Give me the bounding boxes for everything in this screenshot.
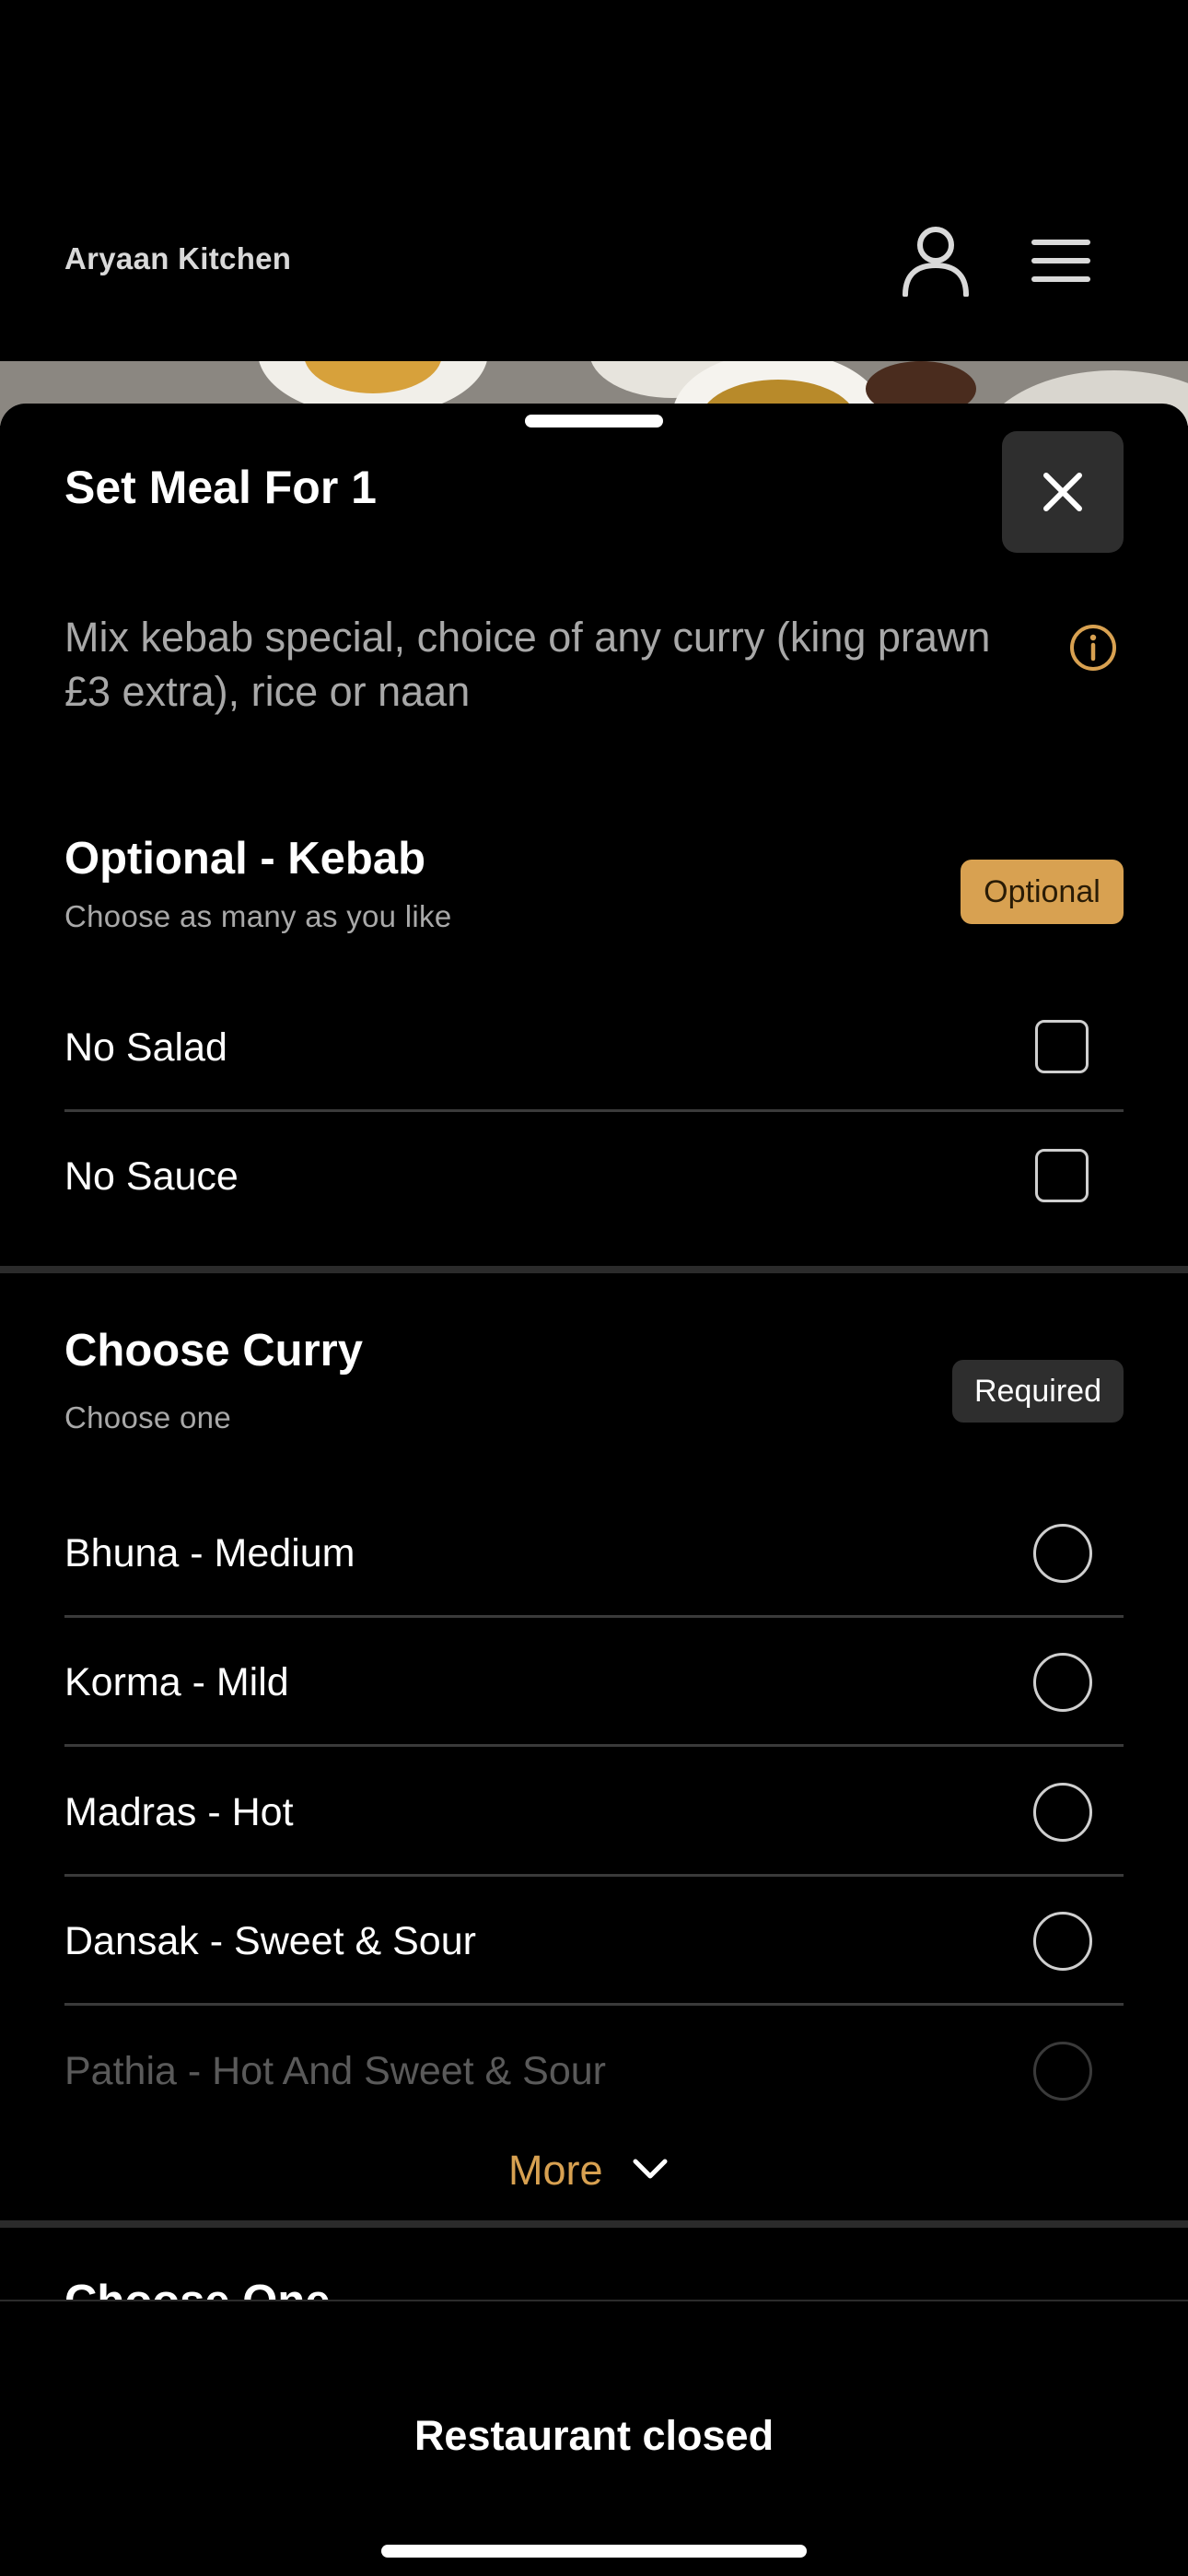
item-options-sheet: Set Meal For 1 Mix kebab special, choice… bbox=[0, 404, 1188, 2576]
divider bbox=[64, 2003, 1124, 2006]
item-description: Mix kebab special, choice of any curry (… bbox=[64, 614, 991, 715]
optional-badge: Optional bbox=[961, 860, 1124, 924]
option-label: Madras - Hot bbox=[64, 1790, 294, 1834]
option-label: No Salad bbox=[64, 1025, 227, 1070]
radio-button[interactable] bbox=[1033, 1783, 1092, 1842]
radio-button[interactable] bbox=[1033, 1653, 1092, 1712]
checkbox[interactable] bbox=[1035, 1149, 1089, 1202]
option-row-no-sauce[interactable]: No Sauce bbox=[64, 1112, 1124, 1241]
section-title-curry: Choose Curry bbox=[64, 1326, 364, 1376]
required-badge: Required bbox=[952, 1360, 1124, 1423]
option-row-bhuna[interactable]: Bhuna - Medium bbox=[64, 1489, 1124, 1618]
user-icon[interactable] bbox=[901, 225, 971, 297]
option-label: Bhuna - Medium bbox=[64, 1531, 355, 1575]
option-row-dansak[interactable]: Dansak - Sweet & Sour bbox=[64, 1877, 1124, 2006]
divider bbox=[64, 1744, 1124, 1747]
close-icon bbox=[1043, 473, 1082, 511]
home-indicator[interactable] bbox=[381, 2545, 807, 2558]
option-label: Pathia - Hot And Sweet & Sour bbox=[64, 2049, 606, 2093]
section-separator bbox=[0, 1266, 1188, 1273]
option-row-korma[interactable]: Korma - Mild bbox=[64, 1618, 1124, 1747]
option-label: Dansak - Sweet & Sour bbox=[64, 1919, 476, 1963]
hamburger-menu-icon[interactable] bbox=[1031, 238, 1090, 284]
section-subtitle-curry: Choose one bbox=[64, 1400, 231, 1434]
app-screen: Aryaan Kitchen Set Meal For 1 Mix kebab bbox=[0, 0, 1188, 2576]
more-label: More bbox=[508, 2147, 603, 2194]
brand-name[interactable]: Aryaan Kitchen bbox=[64, 241, 291, 276]
section-title-kebab: Optional - Kebab bbox=[64, 834, 425, 884]
section-subtitle-kebab: Choose as many as you like bbox=[64, 899, 452, 933]
more-options-button[interactable]: More bbox=[508, 2134, 668, 2207]
checkbox[interactable] bbox=[1035, 1020, 1089, 1073]
option-label: No Sauce bbox=[64, 1154, 239, 1199]
top-navigation-bar: Aryaan Kitchen bbox=[0, 0, 1188, 361]
radio-button[interactable] bbox=[1033, 1912, 1092, 1971]
section-separator bbox=[0, 2220, 1188, 2228]
radio-button[interactable] bbox=[1033, 2042, 1092, 2101]
close-button[interactable] bbox=[1002, 431, 1124, 553]
option-label: Korma - Mild bbox=[64, 1660, 289, 1704]
restaurant-status: Restaurant closed bbox=[413, 2412, 775, 2459]
option-row-madras[interactable]: Madras - Hot bbox=[64, 1748, 1124, 1877]
option-row-pathia[interactable]: Pathia - Hot And Sweet & Sour bbox=[64, 2007, 1124, 2136]
item-title: Set Meal For 1 bbox=[64, 462, 377, 513]
radio-button[interactable] bbox=[1033, 1524, 1092, 1583]
option-row-no-salad[interactable]: No Salad bbox=[64, 983, 1124, 1112]
info-icon[interactable] bbox=[1068, 623, 1118, 673]
bottom-action-bar: Restaurant closed bbox=[0, 2300, 1188, 2576]
chevron-down-icon bbox=[633, 2159, 668, 2179]
sheet-drag-handle[interactable] bbox=[525, 415, 663, 427]
